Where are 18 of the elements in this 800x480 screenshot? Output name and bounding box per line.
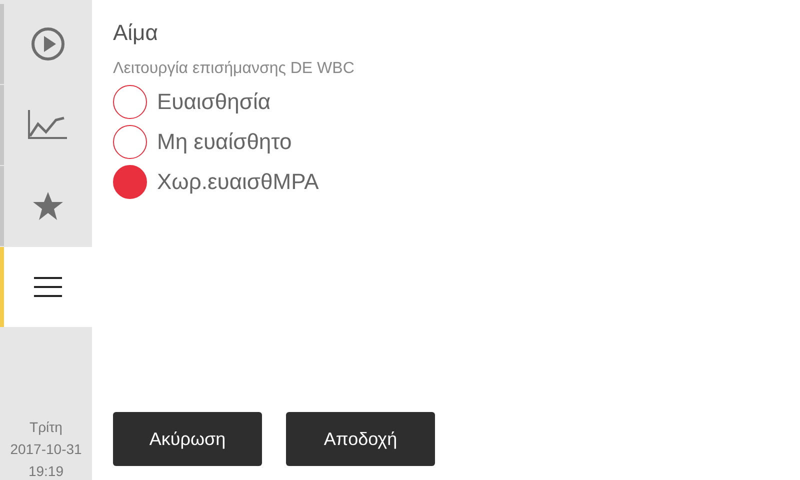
star-icon [32, 191, 64, 221]
weekday: Τρίτη [30, 418, 62, 437]
date: 2017-10-31 [10, 440, 82, 459]
accept-button[interactable]: Αποδοχή [286, 412, 435, 466]
line-chart-icon [28, 110, 68, 140]
radio-button[interactable] [113, 85, 147, 119]
page-title: Αίμα [113, 20, 159, 46]
sidebar-tab[interactable] [0, 247, 92, 327]
radio-button[interactable] [113, 165, 147, 199]
option-label: Μη ευαίσθητο [157, 129, 292, 155]
cancel-button[interactable]: Ακύρωση [113, 412, 262, 466]
play-icon [31, 27, 65, 61]
option-label: Χωρ.ευαισθMPA [157, 169, 319, 195]
section-label: Λειτουργία επισήμανσης DE WBC [113, 60, 356, 78]
time: 19:19 [28, 462, 64, 480]
menu-icon [34, 276, 62, 298]
radio-button[interactable] [113, 125, 147, 159]
option-label: Ευαισθησία [157, 89, 271, 115]
